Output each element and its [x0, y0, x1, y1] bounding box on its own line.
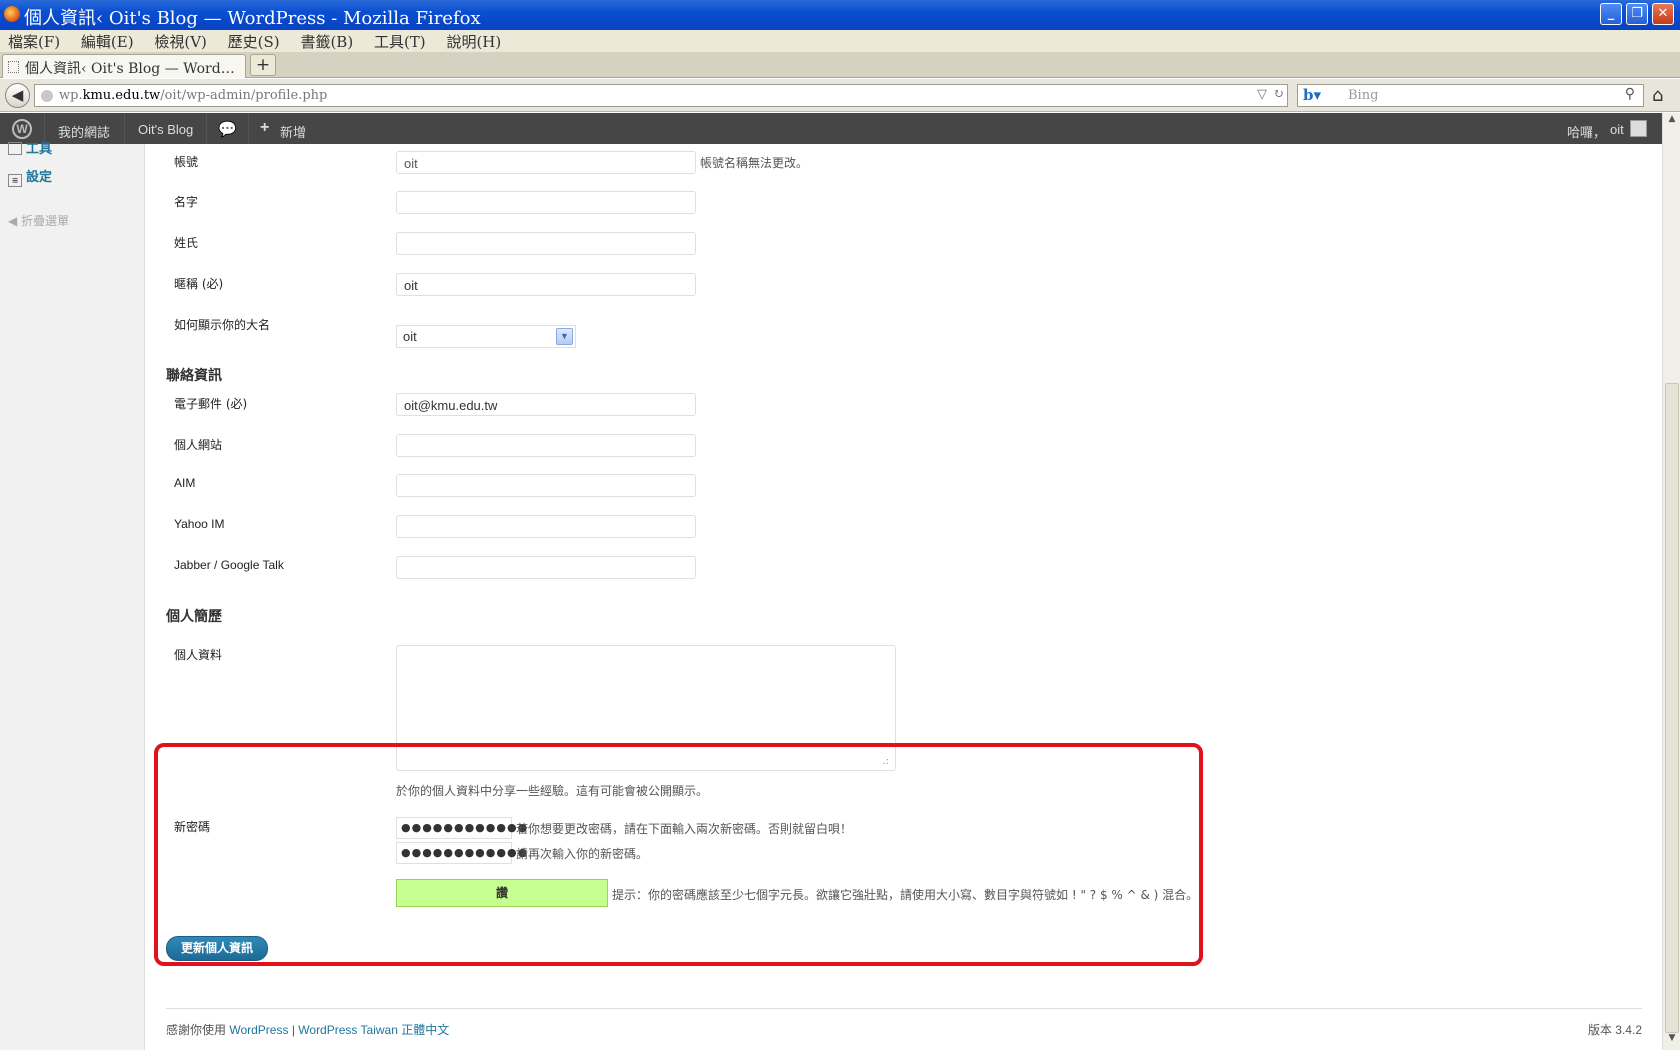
menu-history[interactable]: 歷史(S) — [220, 30, 288, 52]
search-icon[interactable]: ⚲ — [1625, 86, 1635, 102]
username-note: 帳號名稱無法更改。 — [700, 156, 809, 170]
footer-divider — [166, 1008, 1642, 1009]
menu-tools[interactable]: 工具(T) — [366, 30, 434, 52]
last-name-field[interactable] — [396, 232, 696, 255]
chevron-down-icon[interactable]: ▼ — [556, 328, 573, 345]
separator — [206, 113, 207, 144]
dropdown-triangle-icon[interactable]: ▽ — [1257, 87, 1267, 102]
website-field[interactable] — [396, 434, 696, 457]
sidebar-item-settings[interactable]: ≡ 設定 — [8, 166, 52, 187]
footer-separator: | — [288, 1023, 299, 1037]
menu-bar: 檔案(F) 編輯(E) 檢視(V) 歷史(S) 書籤(B) 工具(T) 說明(H… — [0, 30, 1680, 52]
page-viewport: W 我的網誌 Oit's Blog 💬 + 新增 哈囉， oit 工具 ≡ 設定 … — [0, 113, 1662, 1050]
new-content-link[interactable]: 新增 — [280, 122, 306, 141]
email-field[interactable]: oit@kmu.edu.tw — [396, 393, 696, 416]
nickname-label: 暱稱 (必) — [174, 277, 224, 291]
collapse-label: 折疊選單 — [21, 214, 70, 228]
page-icon — [8, 61, 19, 73]
wordpress-link[interactable]: WordPress — [229, 1023, 288, 1037]
last-name-label: 姓氏 — [174, 236, 199, 250]
vertical-scrollbar[interactable]: ▲ ▼ — [1662, 113, 1680, 1050]
my-sites-link[interactable]: 我的網誌 — [58, 122, 110, 141]
menu-help[interactable]: 說明(H) — [438, 30, 509, 52]
separator — [124, 113, 125, 144]
minimize-button[interactable]: _ — [1600, 3, 1622, 25]
tab-strip: 個人資訊‹ Oit's Blog — Word… + — [0, 52, 1680, 78]
collapse-arrow-icon: ◀ — [8, 214, 18, 228]
wp-admin-bar: W 我的網誌 Oit's Blog 💬 + 新增 哈囉， oit — [0, 113, 1662, 144]
back-arrow-icon[interactable]: ◀ — [5, 83, 30, 108]
wp-taiwan-link[interactable]: WordPress Taiwan 正體中文 — [298, 1023, 449, 1037]
menu-file[interactable]: 檔案(F) — [0, 30, 68, 52]
username-field[interactable]: oit — [396, 151, 696, 174]
footer: 感謝你使用 WordPress | WordPress Taiwan 正體中文 — [166, 1021, 449, 1038]
sidebar-item-label: 工具 — [26, 142, 53, 157]
separator — [248, 113, 249, 144]
close-button[interactable]: ✕ — [1652, 3, 1674, 25]
maximize-button[interactable]: ❐ — [1626, 3, 1648, 25]
nickname-field[interactable]: oit — [396, 273, 696, 296]
blog-name-link[interactable]: Oit's Blog — [138, 122, 193, 137]
globe-icon — [41, 90, 53, 102]
new-tab-button[interactable]: + — [250, 54, 276, 76]
username-link[interactable]: oit — [1610, 122, 1624, 137]
first-name-label: 名字 — [174, 195, 199, 209]
bing-logo-icon[interactable]: b▾ — [1303, 86, 1321, 104]
version-text: 版本 3.4.2 — [1587, 1023, 1642, 1037]
menu-view[interactable]: 檢視(V) — [146, 30, 215, 52]
greeting-text: 哈囉， — [1567, 125, 1607, 140]
reload-icon[interactable]: ↻ — [1273, 87, 1284, 102]
sidebar-item-tools[interactable]: 工具 — [8, 138, 52, 157]
window-title: 個人資訊‹ Oit's Blog — WordPress - Mozilla F… — [24, 8, 481, 29]
aim-label: AIM — [174, 476, 196, 490]
about-heading: 個人簡歷 — [166, 609, 222, 625]
tools-icon — [8, 142, 22, 155]
display-name-label: 如何顯示你的大名 — [174, 318, 271, 332]
jabber-label: Jabber / Google Talk — [174, 558, 284, 572]
comments-icon[interactable]: 💬 — [218, 120, 237, 138]
tab-title: 個人資訊‹ Oit's Blog — Word… — [25, 61, 235, 77]
website-label: 個人網站 — [174, 438, 223, 452]
yahoo-field[interactable] — [396, 515, 696, 538]
scrollbar-thumb[interactable] — [1665, 383, 1679, 1033]
menu-edit[interactable]: 編輯(E) — [73, 30, 142, 52]
bio-label: 個人資料 — [174, 648, 223, 662]
wordpress-logo-icon[interactable]: W — [12, 119, 32, 139]
firefox-icon — [4, 6, 20, 22]
window-titlebar: 個人資訊‹ Oit's Blog — WordPress - Mozilla F… — [0, 0, 1680, 30]
sidebar-item-label: 設定 — [26, 170, 53, 185]
menu-bookmarks[interactable]: 書籤(B) — [292, 30, 361, 52]
url-path: /oit/wp-admin/profile.php — [160, 88, 328, 103]
scroll-up-icon[interactable]: ▲ — [1665, 114, 1679, 130]
first-name-field[interactable] — [396, 191, 696, 214]
settings-icon: ≡ — [8, 174, 22, 187]
avatar[interactable] — [1630, 120, 1647, 137]
url-prefix: wp. — [59, 88, 83, 103]
username-label: 帳號 — [174, 155, 199, 169]
search-placeholder: Bing — [1348, 88, 1379, 103]
scroll-down-icon[interactable]: ▼ — [1665, 1033, 1679, 1049]
plus-icon: + — [260, 119, 270, 136]
url-bar[interactable]: wp.kmu.edu.tw/oit/wp-admin/profile.php ▽… — [34, 84, 1288, 107]
email-label: 電子郵件 (必) — [174, 397, 248, 411]
display-name-value: oit — [403, 329, 417, 344]
aim-field[interactable] — [396, 474, 696, 497]
footer-thanks: 感謝你使用 — [166, 1023, 230, 1037]
home-icon[interactable]: ⌂ — [1652, 85, 1663, 106]
jabber-field[interactable] — [396, 556, 696, 579]
tab-profile[interactable]: 個人資訊‹ Oit's Blog — Word… — [2, 54, 246, 78]
display-name-select[interactable]: oit ▼ — [396, 325, 576, 348]
yahoo-label: Yahoo IM — [174, 517, 225, 531]
contact-heading: 聯絡資訊 — [166, 368, 222, 384]
admin-sidebar: 工具 ≡ 設定 ◀ 折疊選單 — [0, 142, 145, 1050]
collapse-menu[interactable]: ◀ 折疊選單 — [8, 212, 69, 229]
url-domain: kmu.edu.tw — [82, 88, 161, 103]
search-bar[interactable]: b▾ Bing ⚲ — [1297, 84, 1644, 107]
navigation-bar: ◀ wp.kmu.edu.tw/oit/wp-admin/profile.php… — [0, 79, 1680, 112]
highlight-box — [154, 743, 1203, 966]
